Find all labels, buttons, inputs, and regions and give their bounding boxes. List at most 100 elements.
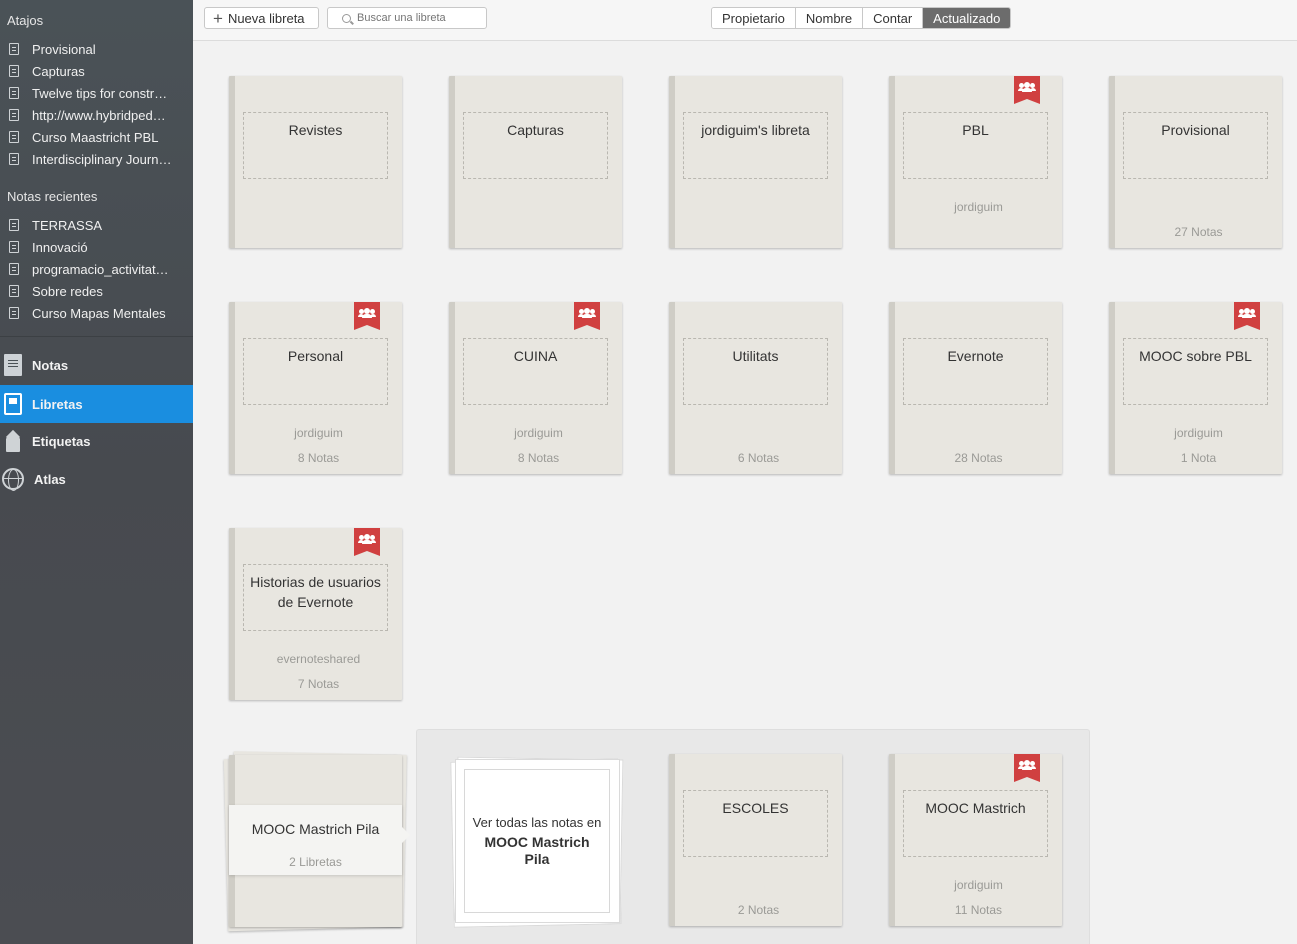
notebook-owner: evernoteshared: [276, 652, 361, 666]
recent-note-label: Innovació: [32, 239, 88, 255]
stack-name: MOOC Mastrich Pila: [251, 821, 380, 837]
stack-count: 2 Libretas: [289, 855, 342, 869]
nav-etiquetas[interactable]: Etiquetas: [0, 422, 193, 460]
sort-count[interactable]: Contar: [863, 8, 924, 28]
nav-label: Libretas: [32, 396, 83, 412]
view-all-notes-card[interactable]: Ver todas las notas en MOOC Mastrich Pil…: [464, 769, 610, 913]
stack-label[interactable]: MOOC Mastrich Pila 2 Libretas: [229, 805, 402, 875]
sort-owner[interactable]: Propietario: [712, 8, 796, 28]
notebook-owner: jordiguim: [294, 426, 343, 440]
recent-note-item[interactable]: Innovació: [0, 236, 193, 258]
nav-label: Notas: [32, 357, 69, 373]
notebook-title: PBL: [903, 112, 1048, 179]
shortcut-label: Capturas: [32, 63, 85, 79]
notebook-title: ESCOLES: [683, 790, 828, 857]
notebook-icon: [4, 393, 22, 415]
notebook-card[interactable]: ESCOLES 2 Notas: [669, 754, 842, 926]
note-icon: [9, 109, 19, 121]
notebook-card[interactable]: Evernote 28 Notas: [889, 302, 1062, 474]
notebook-owner: jordiguim: [954, 878, 1003, 892]
recent-note-label: Sobre redes: [32, 283, 103, 299]
notebook-card[interactable]: Revistes: [229, 76, 402, 248]
nav-libretas[interactable]: Libretas: [0, 385, 193, 423]
notebook-card[interactable]: Historias de usuarios de Evernote evernot…: [229, 528, 402, 700]
shortcut-label: Curso Maastricht PBL: [32, 129, 159, 145]
shared-notebook-icon: [1014, 754, 1040, 782]
sidebar: Atajos Provisional Capturas Twelve tips …: [0, 0, 193, 944]
note-icon: [9, 153, 19, 165]
notebook-card[interactable]: jordiguim's libreta: [669, 76, 842, 248]
notebook-card[interactable]: Capturas: [449, 76, 622, 248]
sidebar-divider: [0, 336, 193, 337]
shortcut-label: Provisional: [32, 41, 96, 57]
note-icon: [9, 285, 19, 297]
stack-pointer: [402, 827, 410, 843]
new-notebook-button[interactable]: + Nueva libreta: [204, 7, 319, 29]
shortcut-item[interactable]: Provisional: [0, 38, 193, 60]
notebook-card[interactable]: CUINA jordiguim 8 Notas: [449, 302, 622, 474]
notebook-owner: jordiguim: [1174, 426, 1223, 440]
new-notebook-label: Nueva libreta: [227, 10, 305, 26]
sort-name[interactable]: Nombre: [795, 8, 864, 28]
notebook-note-count: 7 Notas: [297, 677, 340, 691]
notebook-title: MOOC Mastrich: [903, 790, 1048, 857]
note-icon: [9, 307, 19, 319]
sort-updated[interactable]: Actualizado: [923, 8, 1011, 28]
shortcut-item[interactable]: Twelve tips for constr…: [0, 82, 193, 104]
notebook-card[interactable]: Utilitats 6 Notas: [669, 302, 842, 474]
globe-icon: [2, 468, 24, 491]
search-input[interactable]: [357, 12, 477, 24]
note-icon: [9, 241, 19, 253]
notebook-title: CUINA: [463, 338, 608, 405]
shortcut-label: Twelve tips for constr…: [32, 85, 168, 101]
search-icon: [342, 13, 351, 23]
shortcut-label: http://www.hybridped…: [32, 107, 166, 123]
sort-segmented-control: Propietario Nombre Contar Actualizado: [711, 7, 1012, 29]
shared-notebook-icon: [354, 302, 380, 330]
shortcut-item[interactable]: Interdisciplinary Journ…: [0, 148, 193, 170]
shortcut-item[interactable]: Capturas: [0, 60, 193, 82]
notebook-note-count: 8 Notas: [297, 451, 340, 465]
notebook-note-count: 11 Notas: [954, 903, 1003, 917]
view-all-stack-name: MOOC Mastrich Pila: [484, 834, 590, 867]
shortcut-item[interactable]: http://www.hybridped…: [0, 104, 193, 126]
notebook-card[interactable]: Personal jordiguim 8 Notas: [229, 302, 402, 474]
recent-note-label: TERRASSA: [32, 217, 103, 233]
notebook-title: Provisional: [1123, 112, 1268, 179]
recent-note-item[interactable]: TERRASSA: [0, 214, 193, 236]
shortcut-item[interactable]: Curso Maastricht PBL: [0, 126, 193, 148]
note-icon: [9, 43, 19, 55]
plus-icon: +: [213, 8, 223, 28]
toolbar: + Nueva libreta Propietario Nombre Conta…: [193, 0, 1297, 41]
tag-icon: [4, 430, 22, 452]
note-icon: [9, 263, 19, 275]
notebook-note-count: 1 Nota: [1180, 451, 1217, 465]
note-icon: [9, 219, 19, 231]
recent-note-item[interactable]: Curso Mapas Mentales: [0, 302, 193, 324]
view-all-text: Ver todas las notas en: [472, 815, 602, 830]
notebook-card[interactable]: Provisional 27 Notas: [1109, 76, 1282, 248]
notebook-owner: jordiguim: [514, 426, 563, 440]
recent-note-item[interactable]: Sobre redes: [0, 280, 193, 302]
notes-icon: [4, 354, 22, 376]
nav-atlas[interactable]: Atlas: [0, 460, 193, 498]
shared-notebook-icon: [1014, 76, 1040, 104]
shared-notebook-icon: [574, 302, 600, 330]
notebook-title: Capturas: [463, 112, 608, 179]
notebook-note-count: 27 Notas: [1174, 225, 1223, 239]
recent-note-label: programacio_activitat…: [32, 261, 169, 277]
recent-note-item[interactable]: programacio_activitat…: [0, 258, 193, 280]
nav-notas[interactable]: Notas: [0, 346, 193, 384]
shortcut-label: Interdisciplinary Journ…: [32, 151, 172, 167]
notebook-title: Evernote: [903, 338, 1048, 405]
notebook-card[interactable]: MOOC sobre PBL jordiguim 1 Nota: [1109, 302, 1282, 474]
notebook-note-count: 28 Notas: [954, 451, 1003, 465]
search-box[interactable]: [327, 7, 487, 29]
notebook-card[interactable]: PBL jordiguim: [889, 76, 1062, 248]
note-icon: [9, 131, 19, 143]
notebook-note-count: 8 Notas: [517, 451, 560, 465]
notebook-card[interactable]: MOOC Mastrich jordiguim 11 Notas: [889, 754, 1062, 926]
notebook-title: Utilitats: [683, 338, 828, 405]
notebook-owner: jordiguim: [954, 200, 1003, 214]
nav-label: Atlas: [34, 471, 66, 487]
